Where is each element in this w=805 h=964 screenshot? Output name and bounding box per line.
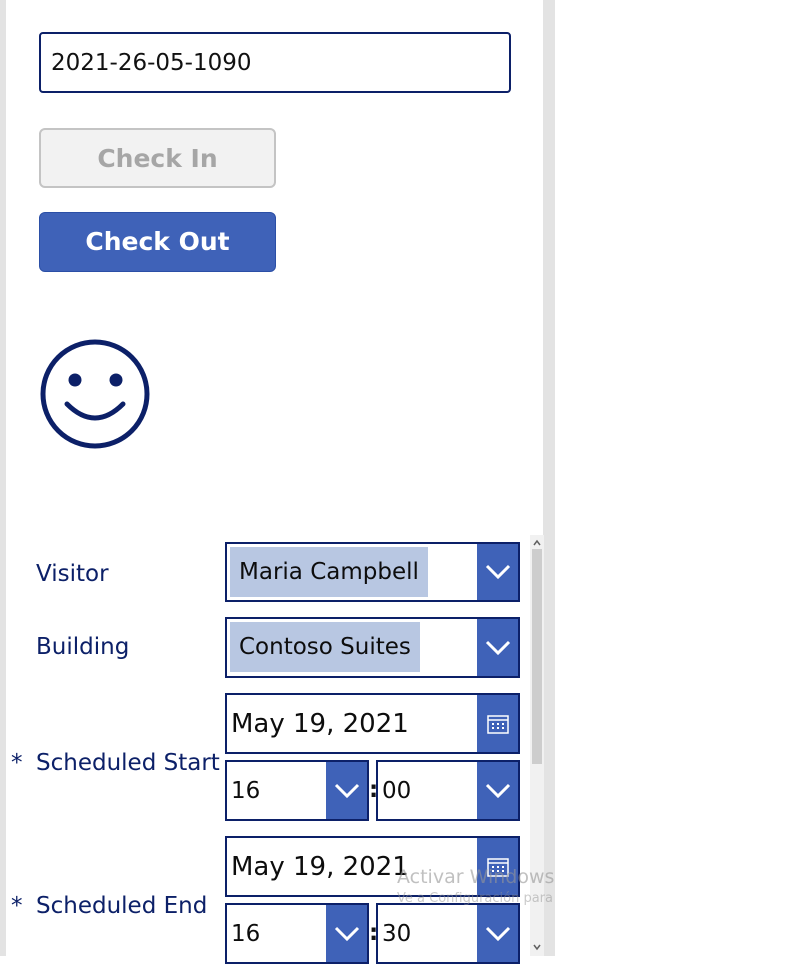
chevron-down-icon bbox=[485, 640, 510, 655]
chevron-down-icon bbox=[485, 926, 510, 941]
record-id-input[interactable] bbox=[39, 32, 511, 93]
scheduled-end-minute-dropdown[interactable]: 30 bbox=[376, 903, 520, 964]
scheduled-start-calendar-button[interactable] bbox=[477, 695, 518, 752]
calendar-icon bbox=[486, 714, 509, 734]
scheduled-start-date-picker[interactable]: May 19, 2021 bbox=[225, 693, 520, 754]
scheduled-start-hour-toggle[interactable] bbox=[326, 762, 367, 819]
scheduled-start-hour-value: 16 bbox=[231, 777, 261, 804]
left-edge bbox=[0, 0, 6, 956]
smiley-face-icon bbox=[40, 339, 150, 449]
scheduled-end-hour-toggle[interactable] bbox=[326, 905, 367, 962]
scheduled-start-label: Scheduled Start bbox=[36, 750, 220, 776]
scheduled-start-hour-dropdown[interactable]: 16 bbox=[225, 760, 369, 821]
building-selected-value: Contoso Suites bbox=[230, 622, 420, 672]
visitor-dropdown[interactable]: Maria Campbell bbox=[225, 542, 520, 602]
building-dropdown-toggle[interactable] bbox=[477, 619, 518, 676]
visitor-dropdown-toggle[interactable] bbox=[477, 544, 518, 600]
scheduled-end-hour-value: 16 bbox=[231, 920, 261, 947]
chevron-down-icon bbox=[334, 783, 359, 798]
scheduled-end-date-value: May 19, 2021 bbox=[231, 851, 409, 882]
scrollbar-thumb[interactable] bbox=[532, 549, 542, 764]
scheduled-end-minute-value: 30 bbox=[382, 920, 412, 947]
chevron-down-icon bbox=[485, 564, 510, 580]
scheduled-start-minute-dropdown[interactable]: 00 bbox=[376, 760, 520, 821]
scroll-down-icon[interactable] bbox=[532, 941, 542, 953]
windows-activation-watermark: Activar Windows bbox=[397, 866, 555, 888]
scheduled-start-minute-toggle[interactable] bbox=[477, 762, 518, 819]
building-dropdown[interactable]: Contoso Suites bbox=[225, 617, 520, 678]
visitor-label: Visitor bbox=[36, 561, 109, 587]
scheduled-start-minute-value: 00 bbox=[382, 777, 412, 804]
scheduled-start-required-mark: * bbox=[11, 750, 23, 776]
building-label: Building bbox=[36, 634, 130, 660]
visitor-selected-value: Maria Campbell bbox=[230, 547, 428, 597]
panel-divider bbox=[543, 0, 555, 956]
scheduled-end-label: Scheduled End bbox=[36, 893, 208, 919]
chevron-down-icon bbox=[334, 926, 359, 941]
windows-activation-hint: Ve a Configuración para activar Windows. bbox=[397, 891, 555, 906]
chevron-down-icon bbox=[485, 783, 510, 798]
scheduled-end-minute-toggle[interactable] bbox=[477, 905, 518, 962]
scheduled-end-required-mark: * bbox=[11, 893, 23, 919]
check-out-button[interactable]: Check Out bbox=[39, 212, 276, 272]
check-in-button[interactable]: Check In bbox=[39, 128, 276, 188]
scheduled-end-hour-dropdown[interactable]: 16 bbox=[225, 903, 369, 964]
scroll-up-icon[interactable] bbox=[532, 537, 542, 549]
scheduled-start-date-value: May 19, 2021 bbox=[231, 708, 409, 739]
